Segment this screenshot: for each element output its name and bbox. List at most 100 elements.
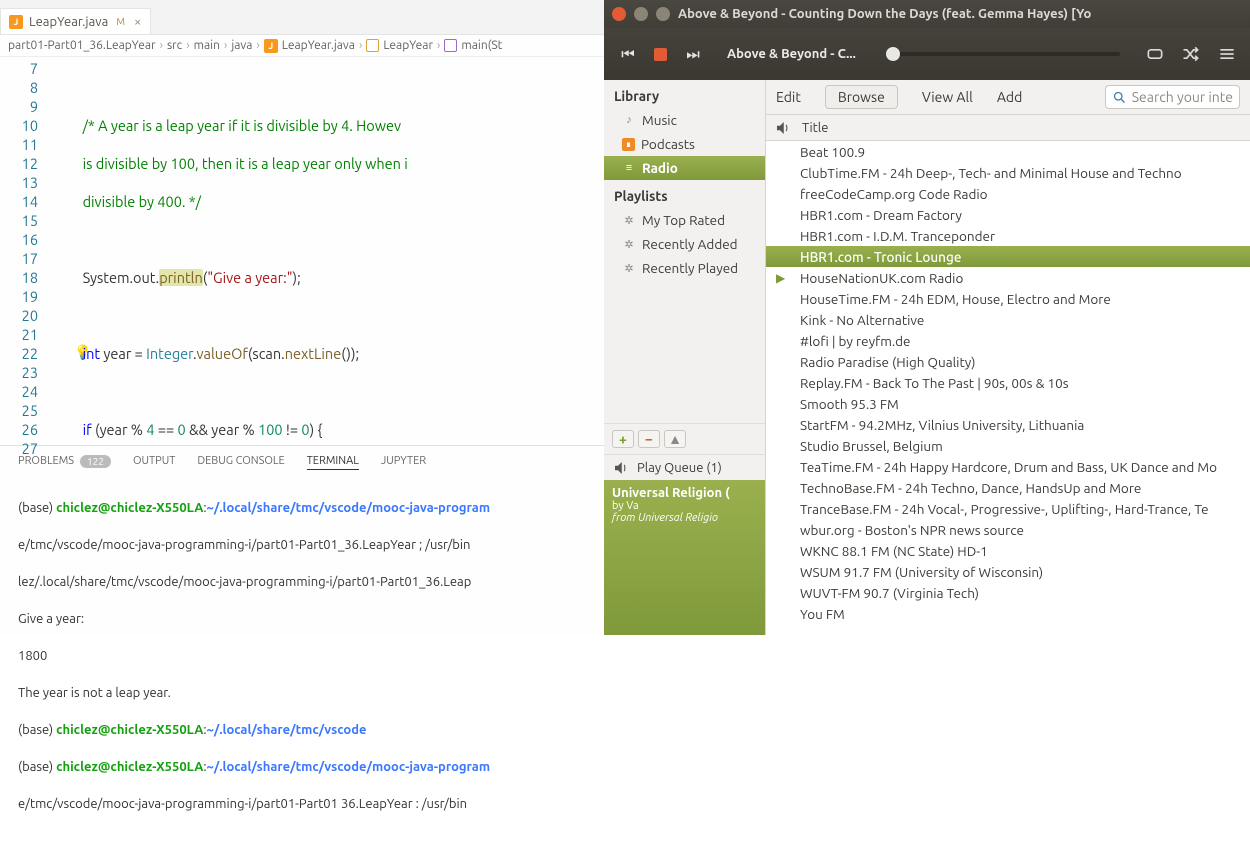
remove-playlist-button[interactable]: − <box>638 430 660 448</box>
queue-item[interactable]: Universal Religion ( by Va from Universa… <box>604 480 765 635</box>
station-row[interactable]: HouseTime.FM - 24h EDM, House, Electro a… <box>766 288 1250 309</box>
station-list[interactable]: Beat 100.9 ClubTime.FM - 24h Deep-, Tech-… <box>766 141 1250 635</box>
sidebar-heading-playlists: Playlists <box>604 180 765 208</box>
tab-close-icon[interactable]: × <box>131 15 144 29</box>
search-placeholder: Search your inte <box>1132 89 1233 105</box>
window-close-button[interactable] <box>612 7 626 21</box>
shuffle-button[interactable] <box>1180 43 1202 65</box>
station-row[interactable]: ClubTime.FM - 24h Deep-, Tech- and Minim… <box>766 162 1250 183</box>
breadcrumb-item[interactable]: src <box>167 39 182 52</box>
station-title: freeCodeCamp.org Code Radio <box>800 186 988 202</box>
add-playlist-button[interactable]: + <box>612 430 634 448</box>
station-row[interactable]: You FM <box>766 603 1250 624</box>
station-row[interactable]: HBR1.com - I.D.M. Tranceponder <box>766 225 1250 246</box>
column-header[interactable]: Title <box>766 115 1250 141</box>
window-maximize-button[interactable] <box>656 7 670 21</box>
station-row[interactable]: HBR1.com - Dream Factory <box>766 204 1250 225</box>
sidebar-item-recentlyadded[interactable]: ✲Recently Added <box>604 232 765 256</box>
smart-playlist-icon: ✲ <box>622 261 636 275</box>
sidebar-item-mytoprated[interactable]: ✲My Top Rated <box>604 208 765 232</box>
add-button[interactable]: Add <box>997 89 1022 105</box>
station-row[interactable]: TechnoBase.FM - 24h Techno, Dance, Hands… <box>766 477 1250 498</box>
panel-tab-jupyter[interactable]: JUPYTER <box>381 455 426 467</box>
column-title: Title <box>802 121 828 135</box>
class-symbol-icon <box>366 39 379 52</box>
station-row[interactable]: #lofi | by reyfm.de <box>766 330 1250 351</box>
window-titlebar[interactable]: Above & Beyond - Counting Down the Days … <box>604 0 1250 28</box>
station-row[interactable]: TranceBase.FM - 24h Vocal-, Progressive-… <box>766 498 1250 519</box>
code-editor[interactable]: 789101112131415161718192021222324252627 … <box>0 57 604 445</box>
next-track-button[interactable]: ⏭ <box>681 42 705 66</box>
viewall-button[interactable]: View All <box>922 89 973 105</box>
search-input[interactable]: Search your inte <box>1105 85 1240 109</box>
station-title: TranceBase.FM - 24h Vocal-, Progressive-… <box>800 501 1209 517</box>
seek-knob[interactable] <box>886 47 900 61</box>
station-title: Radio Paradise (High Quality) <box>800 354 976 370</box>
station-row[interactable]: Radio Paradise (High Quality) <box>766 351 1250 372</box>
edit-button[interactable]: Edit <box>776 89 801 105</box>
station-title: HBR1.com - Tronic Lounge <box>800 249 961 265</box>
station-title: WUVT-FM 90.7 (Virginia Tech) <box>800 585 979 601</box>
panel-tab-terminal[interactable]: TERMINAL <box>307 455 359 470</box>
station-row[interactable]: Kink - No Alternative <box>766 309 1250 330</box>
method-symbol-icon <box>444 39 457 52</box>
rhythmbox-window: Above & Beyond - Counting Down the Days … <box>604 0 1250 635</box>
station-row[interactable]: Replay.FM - Back To The Past | 90s, 00s … <box>766 372 1250 393</box>
prev-track-button[interactable]: ⏮ <box>616 42 640 66</box>
station-row[interactable]: WKNC 88.1 FM (NC State) HD-1 <box>766 540 1250 561</box>
seek-slider[interactable] <box>888 52 1120 56</box>
code-area[interactable]: /* A year is a leap year if it is divisi… <box>56 57 604 445</box>
station-title: WSUM 91.7 FM (University of Wisconsin) <box>800 564 1043 580</box>
breadcrumb-item[interactable]: LeapYear.java <box>282 39 355 52</box>
breadcrumb-item[interactable]: java <box>231 39 252 52</box>
station-row[interactable]: HBR1.com - Tronic Lounge <box>766 246 1250 267</box>
sidebar-item-recentlyplayed[interactable]: ✲Recently Played <box>604 256 765 280</box>
eject-button[interactable]: ▲ <box>664 430 686 448</box>
station-row[interactable]: Smooth 95.3 FM <box>766 393 1250 414</box>
breadcrumb-item[interactable]: LeapYear <box>383 39 433 52</box>
sidebar-item-music[interactable]: ♪Music <box>604 108 765 132</box>
editor-tab[interactable]: J LeapYear.java M × <box>0 8 151 34</box>
station-title: StartFM - 94.2MHz, Vilnius University, L… <box>800 417 1084 433</box>
sidebar-item-podcasts[interactable]: ∎Podcasts <box>604 132 765 156</box>
station-row[interactable]: wbur.org - Boston's NPR news source <box>766 519 1250 540</box>
station-title: ClubTime.FM - 24h Deep-, Tech- and Minim… <box>800 165 1182 181</box>
breadcrumb-item[interactable]: main <box>194 39 220 52</box>
station-title: WKNC 88.1 FM (NC State) HD-1 <box>800 543 988 559</box>
sidebar-item-radio[interactable]: ≡Radio <box>604 156 765 180</box>
app-menu-button[interactable] <box>1216 43 1238 65</box>
panel-tab-debug[interactable]: DEBUG CONSOLE <box>197 455 284 467</box>
panel-tab-output[interactable]: OUTPUT <box>133 455 175 467</box>
station-title: HBR1.com - I.D.M. Tranceponder <box>800 228 995 244</box>
smart-playlist-icon: ✲ <box>622 237 636 251</box>
station-row[interactable]: WUVT-FM 90.7 (Virginia Tech) <box>766 582 1250 603</box>
station-row[interactable]: ▶HouseNationUK.com Radio <box>766 267 1250 288</box>
station-row[interactable]: WSUM 91.7 FM (University of Wisconsin) <box>766 561 1250 582</box>
window-minimize-button[interactable] <box>634 7 648 21</box>
station-row[interactable]: TeaTime.FM - 24h Happy Hardcore, Drum an… <box>766 456 1250 477</box>
repeat-button[interactable] <box>1144 43 1166 65</box>
line-gutter: 789101112131415161718192021222324252627 <box>0 57 56 445</box>
playing-icon: ▶ <box>776 271 785 285</box>
play-queue-header[interactable]: Play Queue (1) <box>604 454 765 480</box>
station-title: You FM <box>800 606 845 622</box>
station-row[interactable]: Studio Brussel, Belgium <box>766 435 1250 456</box>
queue-item-title: Universal Religion ( <box>612 486 757 500</box>
station-title: Kink - No Alternative <box>800 312 924 328</box>
station-title: Replay.FM - Back To The Past | 90s, 00s … <box>800 375 1069 391</box>
breadcrumb-item[interactable]: part01-Part01_36.LeapYear <box>8 39 156 52</box>
queue-item-album: from Universal Religio <box>612 512 757 524</box>
station-row[interactable]: StartFM - 94.2MHz, Vilnius University, L… <box>766 414 1250 435</box>
browse-button[interactable]: Browse <box>825 85 898 109</box>
main-toolbar: Edit Browse View All Add Search your int… <box>766 80 1250 115</box>
vscode-window: J LeapYear.java M × part01-Part01_36.Lea… <box>0 0 604 635</box>
search-icon <box>1112 90 1127 105</box>
breadcrumb-item[interactable]: main(St <box>461 39 502 52</box>
station-title: #lofi | by reyfm.de <box>800 333 911 349</box>
sidebar: Library ♪Music ∎Podcasts ≡Radio Playlist… <box>604 80 766 635</box>
station-row[interactable]: freeCodeCamp.org Code Radio <box>766 183 1250 204</box>
station-row[interactable]: Beat 100.9 <box>766 141 1250 162</box>
stop-button[interactable] <box>654 48 667 61</box>
terminal[interactable]: (base) chiclez@chiclez-X550LA:~/.local/s… <box>0 476 604 854</box>
breadcrumbs[interactable]: part01-Part01_36.LeapYear› src› main› ja… <box>0 35 604 57</box>
